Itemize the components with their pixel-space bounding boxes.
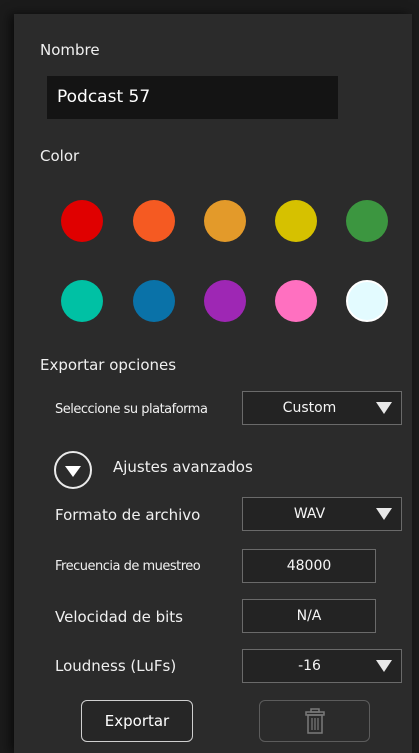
- sample-rate-value: 48000: [286, 558, 332, 574]
- bitrate-input[interactable]: N/A: [242, 599, 376, 633]
- loudness-select[interactable]: -16: [242, 649, 402, 683]
- bitrate-value: N/A: [296, 608, 322, 624]
- sample-rate-input[interactable]: 48000: [242, 549, 376, 583]
- sample-rate-label: Frecuencia de muestreo: [55, 559, 201, 574]
- platform-label: Seleccione su plataforma: [55, 402, 208, 417]
- color-swatch-red[interactable]: [61, 200, 103, 242]
- color-label: Color: [40, 147, 80, 165]
- advanced-toggle-button[interactable]: [54, 451, 92, 489]
- delete-button[interactable]: [259, 700, 370, 742]
- loudness-label: Loudness (LuFs): [55, 657, 177, 675]
- file-format-label: Formato de archivo: [55, 506, 201, 524]
- export-settings-panel: Nombre Color Exportar opciones Seleccion…: [14, 14, 412, 753]
- color-swatch-green[interactable]: [346, 200, 388, 242]
- export-button-label: Exportar: [104, 712, 170, 730]
- platform-select-value: Custom: [282, 400, 337, 416]
- color-swatch-teal[interactable]: [61, 280, 103, 322]
- trash-icon: [304, 708, 325, 734]
- color-swatch-yellow[interactable]: [275, 200, 317, 242]
- export-options-label: Exportar opciones: [40, 356, 177, 374]
- chevron-down-icon: [376, 660, 392, 672]
- color-swatch-pink[interactable]: [275, 280, 317, 322]
- platform-select[interactable]: Custom: [242, 391, 402, 425]
- advanced-settings-label: Ajustes avanzados: [113, 458, 253, 476]
- file-format-select[interactable]: WAV: [242, 497, 402, 531]
- name-label: Nombre: [40, 41, 100, 59]
- color-swatch-orange[interactable]: [133, 200, 175, 242]
- triangle-down-icon: [65, 466, 81, 477]
- loudness-value: -16: [298, 658, 321, 674]
- file-format-value: WAV: [293, 506, 326, 522]
- color-swatch-blue[interactable]: [133, 280, 175, 322]
- export-button[interactable]: Exportar: [81, 700, 193, 742]
- bitrate-label: Velocidad de bits: [55, 608, 183, 626]
- color-swatch-amber[interactable]: [204, 200, 246, 242]
- chevron-down-icon: [376, 508, 392, 520]
- chevron-down-icon: [376, 402, 392, 414]
- color-swatch-white[interactable]: [346, 280, 388, 322]
- color-swatch-purple[interactable]: [204, 280, 246, 322]
- name-input[interactable]: [47, 76, 338, 119]
